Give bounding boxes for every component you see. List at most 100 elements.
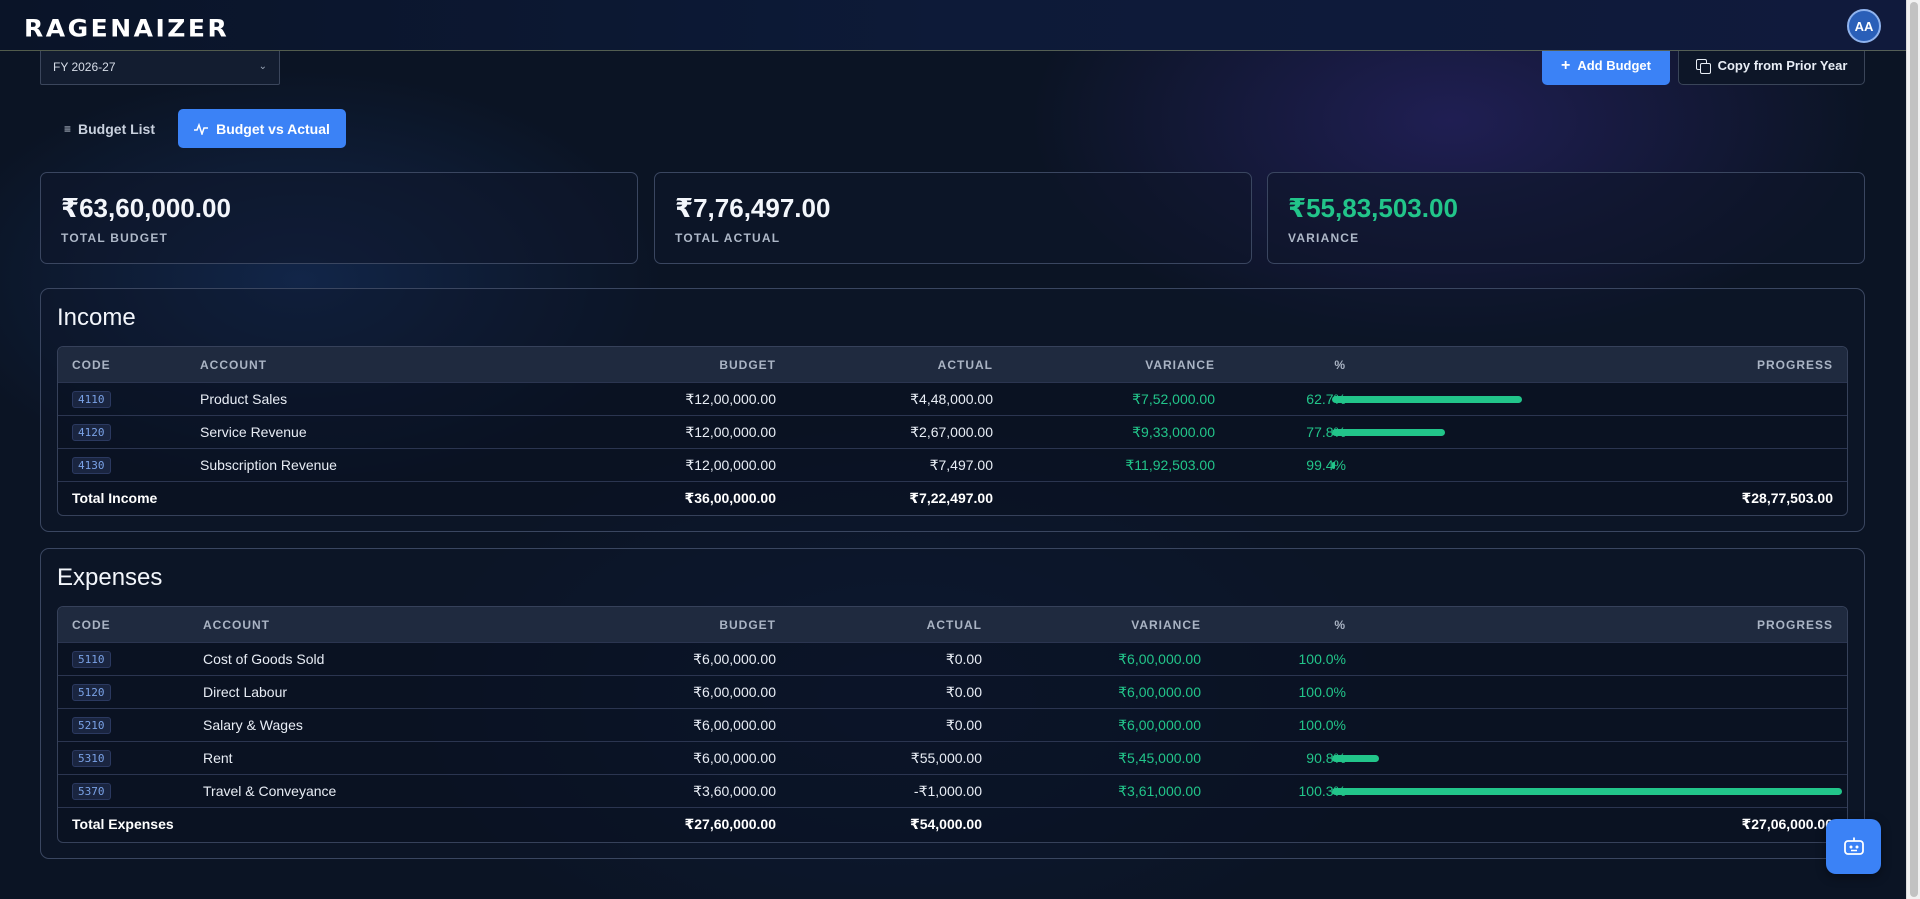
total-actual-card: ₹7,76,497.00 TOTAL ACTUAL [654, 172, 1252, 264]
table-row[interactable]: 5120 Direct Labour ₹6,00,000.00 ₹0.00 ₹6,00,… [58, 675, 1847, 708]
col-variance[interactable]: VARIANCE [1145, 347, 1215, 382]
add-budget-button[interactable]: + Add Budget [1542, 46, 1670, 85]
total-actual-label: TOTAL ACTUAL [675, 231, 781, 245]
progress-bar [1332, 689, 1842, 696]
total-budget-value: ₹63,60,000.00 [61, 193, 231, 223]
actual-amount: ₹2,67,000.00 [910, 423, 993, 440]
account-code: 5310 [72, 749, 111, 767]
account-code-cell: 5110 [72, 643, 111, 675]
scrollbar-thumb[interactable] [1910, 2, 1918, 897]
variance-amount: ₹7,52,000.00 [1132, 390, 1215, 407]
expenses-title: Expenses [57, 564, 163, 591]
col-budget[interactable]: BUDGET [719, 607, 776, 642]
total-label: Total Expenses [72, 816, 174, 832]
copy-from-prior-year-button[interactable]: Copy from Prior Year [1678, 46, 1865, 85]
add-budget-label: Add Budget [1577, 58, 1651, 73]
table-row[interactable]: 4110 Product Sales ₹12,00,000.00 ₹4,48,000.… [58, 382, 1847, 415]
progress-fill [1332, 396, 1523, 403]
variance-amount: ₹6,00,000.00 [1118, 716, 1201, 733]
actual-amount: ₹4,48,000.00 [910, 390, 993, 407]
account-name: Subscription Revenue [200, 457, 337, 473]
account-code-cell: 4110 [72, 383, 111, 415]
budget-amount: ₹12,00,000.00 [685, 456, 776, 473]
progress-fill [1332, 429, 1446, 436]
total-variance: ₹28,77,503.00 [1741, 489, 1834, 506]
variance-amount: ₹3,61,000.00 [1118, 782, 1201, 799]
actual-amount: ₹0.00 [945, 716, 982, 733]
total-actual: ₹7,22,497.00 [909, 489, 993, 506]
total-budget: ₹36,00,000.00 [684, 489, 777, 506]
income-total-row: Total Income ₹36,00,000.00 ₹7,22,497.00 … [58, 481, 1847, 514]
account-code: 4110 [72, 390, 111, 408]
col-progress[interactable]: PROGRESS [1757, 347, 1833, 382]
col-budget[interactable]: BUDGET [719, 347, 776, 382]
list-icon: ≡ [64, 122, 72, 136]
table-row[interactable]: 5110 Cost of Goods Sold ₹6,00,000.00 ₹0.00 ₹… [58, 642, 1847, 675]
account-code: 4130 [72, 456, 111, 474]
total-variance: ₹27,06,000.00 [1741, 815, 1834, 832]
actual-amount: -₹1,000.00 [913, 782, 982, 799]
tab-budget-list-label: Budget List [78, 121, 156, 137]
app-logo[interactable]: RAGENAIZER [24, 15, 229, 43]
table-row[interactable]: 4120 Service Revenue ₹12,00,000.00 ₹2,67,00… [58, 415, 1847, 448]
variance-amount: ₹6,00,000.00 [1118, 683, 1201, 700]
col-code[interactable]: CODE [72, 347, 111, 382]
progress-bar [1332, 755, 1842, 762]
tab-budget-vs-actual-label: Budget vs Actual [216, 120, 330, 137]
account-code-cell: 5310 [72, 742, 111, 774]
income-table-header: CODE ACCOUNT BUDGET ACTUAL VARIANCE % PR… [58, 347, 1847, 382]
table-row[interactable]: 5370 Travel & Conveyance ₹3,60,000.00 -₹1,0… [58, 774, 1847, 807]
account-name: Cost of Goods Sold [203, 651, 325, 667]
col-percent[interactable]: % [1334, 607, 1346, 642]
col-progress[interactable]: PROGRESS [1757, 607, 1833, 642]
variance-amount: ₹11,92,503.00 [1125, 456, 1215, 473]
table-row[interactable]: 5310 Rent ₹6,00,000.00 ₹55,000.00 ₹5,45,000.… [58, 741, 1847, 774]
expenses-table-header: CODE ACCOUNT BUDGET ACTUAL VARIANCE % PR… [58, 607, 1847, 642]
total-budget: ₹27,60,000.00 [684, 815, 777, 832]
variance-amount: ₹9,33,000.00 [1132, 423, 1215, 440]
total-label: Total Income [72, 490, 158, 506]
top-nav-bar: RAGENAIZER AA [0, 0, 1906, 51]
col-code[interactable]: CODE [72, 607, 111, 642]
page-scrollbar[interactable] [1906, 0, 1920, 899]
account-name: Service Revenue [200, 424, 307, 440]
account-code: 4120 [72, 423, 111, 441]
account-code-cell: 5210 [72, 709, 111, 741]
actual-amount: ₹0.00 [945, 650, 982, 667]
account-code: 5120 [72, 683, 111, 701]
user-avatar[interactable]: AA [1847, 9, 1881, 43]
income-title: Income [57, 304, 136, 331]
actual-amount: ₹0.00 [945, 683, 982, 700]
col-account[interactable]: ACCOUNT [200, 347, 267, 382]
total-budget-card: ₹63,60,000.00 TOTAL BUDGET [40, 172, 638, 264]
total-actual-value: ₹7,76,497.00 [675, 193, 831, 223]
copy-icon [1695, 58, 1711, 74]
col-account[interactable]: ACCOUNT [203, 607, 270, 642]
account-code: 5370 [72, 782, 111, 800]
assistant-fab-button[interactable] [1826, 819, 1881, 874]
progress-bar [1332, 462, 1842, 469]
table-row[interactable]: 4130 Subscription Revenue ₹12,00,000.00 ₹7,… [58, 448, 1847, 481]
plus-icon: + [1561, 56, 1571, 74]
account-code-cell: 4130 [72, 449, 111, 481]
account-name: Rent [203, 750, 233, 766]
expenses-section: Expenses CODE ACCOUNT BUDGET ACTUAL VARI… [40, 548, 1865, 859]
copy-prior-label: Copy from Prior Year [1717, 58, 1848, 73]
expenses-total-row: Total Expenses ₹27,60,000.00 ₹54,000.00 … [58, 807, 1847, 840]
tab-budget-list[interactable]: ≡ Budget List [54, 110, 165, 148]
account-name: Direct Labour [203, 684, 288, 700]
progress-fill [1332, 788, 1842, 795]
tab-budget-vs-actual[interactable]: Budget vs Actual [178, 109, 346, 148]
variance-amount: ₹5,45,000.00 [1118, 749, 1201, 766]
income-table: CODE ACCOUNT BUDGET ACTUAL VARIANCE % PR… [57, 346, 1848, 516]
table-row[interactable]: 5210 Salary & Wages ₹6,00,000.00 ₹0.00 ₹6,00… [58, 708, 1847, 741]
budget-amount: ₹3,60,000.00 [693, 782, 776, 799]
progress-bar [1332, 788, 1842, 795]
col-variance[interactable]: VARIANCE [1131, 607, 1201, 642]
fiscal-year-select[interactable]: FY 2026-27 ⌄ [40, 48, 280, 85]
col-percent[interactable]: % [1334, 347, 1346, 382]
col-actual[interactable]: ACTUAL [927, 607, 982, 642]
activity-icon [194, 122, 209, 135]
progress-fill [1332, 462, 1336, 469]
col-actual[interactable]: ACTUAL [938, 347, 993, 382]
